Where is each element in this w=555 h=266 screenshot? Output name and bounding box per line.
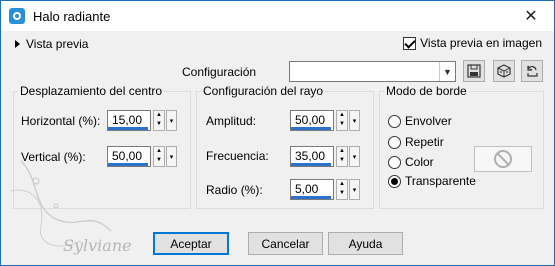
radius-slider[interactable] bbox=[291, 196, 331, 199]
ray-settings-title: Configuración del rayo bbox=[201, 84, 326, 98]
reset-preset-button[interactable] bbox=[521, 60, 543, 82]
vertical-slider[interactable] bbox=[108, 163, 148, 166]
reset-icon bbox=[527, 65, 538, 77]
wrap-label: Envolver bbox=[405, 114, 452, 128]
color-label: Color bbox=[405, 155, 434, 169]
repeat-radio[interactable] bbox=[388, 135, 401, 149]
accept-button[interactable]: Aceptar bbox=[153, 232, 229, 255]
radius-label: Radio (%): bbox=[206, 183, 263, 197]
vertical-spinner[interactable]: 50,00 ▲ ▼ ▾ bbox=[107, 146, 177, 167]
dialog-window: Halo radiante ✕ Vista previa Vista previ… bbox=[0, 0, 555, 266]
edge-option-wrap[interactable]: Envolver bbox=[388, 114, 452, 128]
amplitude-dropdown[interactable]: ▾ bbox=[349, 110, 360, 131]
vertical-updown[interactable]: ▲ ▼ bbox=[153, 146, 165, 167]
close-button[interactable]: ✕ bbox=[508, 1, 554, 31]
amplitude-label: Amplitud: bbox=[206, 114, 257, 128]
help-button[interactable]: Ayuda bbox=[328, 232, 403, 255]
dice-icon bbox=[497, 64, 511, 78]
amplitude-updown[interactable]: ▲ ▼ bbox=[336, 110, 348, 131]
horizontal-updown[interactable]: ▲ ▼ bbox=[153, 110, 165, 131]
edge-color-swatch[interactable] bbox=[474, 146, 532, 172]
wrap-radio[interactable] bbox=[388, 114, 401, 128]
ray-settings-group: Configuración del rayo Amplitud: 50,00 ▲… bbox=[196, 84, 374, 209]
center-offset-group: Desplazamiento del centro Horizontal (%)… bbox=[13, 84, 191, 209]
frequency-spinner[interactable]: 35,00 ▲ ▼ ▾ bbox=[290, 146, 360, 167]
horizontal-spinner[interactable]: 15,00 ▲ ▼ ▾ bbox=[107, 110, 177, 131]
transparent-label: Transparente bbox=[405, 174, 476, 188]
vertical-dropdown[interactable]: ▾ bbox=[166, 146, 177, 167]
preview-toggle-label: Vista previa bbox=[26, 37, 89, 51]
edge-mode-title: Modo de borde bbox=[384, 84, 469, 98]
amplitude-slider[interactable] bbox=[291, 127, 331, 130]
random-preset-button[interactable] bbox=[493, 60, 515, 82]
config-combobox[interactable]: ▼ bbox=[289, 61, 456, 82]
preview-toggle[interactable]: Vista previa bbox=[15, 37, 88, 51]
frequency-dropdown[interactable]: ▾ bbox=[349, 146, 360, 167]
edge-option-repeat[interactable]: Repetir bbox=[388, 135, 444, 149]
vertical-label: Vertical (%): bbox=[21, 150, 86, 164]
save-icon bbox=[467, 64, 481, 78]
frequency-label: Frecuencia: bbox=[206, 149, 269, 163]
image-preview-option[interactable]: Vista previa en imagen bbox=[403, 36, 542, 50]
app-icon bbox=[9, 8, 25, 24]
horizontal-slider[interactable] bbox=[108, 127, 148, 130]
image-preview-label: Vista previa en imagen bbox=[420, 36, 542, 50]
horizontal-label: Horizontal (%): bbox=[21, 114, 101, 128]
disabled-icon bbox=[494, 150, 512, 168]
title-bar: Halo radiante ✕ bbox=[1, 1, 554, 31]
horizontal-dropdown[interactable]: ▾ bbox=[166, 110, 177, 131]
chevron-down-icon[interactable]: ▼ bbox=[439, 62, 455, 81]
frequency-slider[interactable] bbox=[291, 163, 331, 166]
amplitude-spinner[interactable]: 50,00 ▲ ▼ ▾ bbox=[290, 110, 360, 131]
image-preview-checkbox[interactable] bbox=[403, 36, 417, 50]
cancel-button[interactable]: Cancelar bbox=[248, 232, 323, 255]
edge-option-color[interactable]: Color bbox=[388, 155, 434, 169]
color-radio[interactable] bbox=[388, 155, 401, 169]
expand-arrow-icon bbox=[15, 40, 20, 48]
frequency-updown[interactable]: ▲ ▼ bbox=[336, 146, 348, 167]
repeat-label: Repetir bbox=[405, 135, 444, 149]
save-preset-button[interactable] bbox=[463, 60, 485, 82]
radius-spinner[interactable]: 5,00 ▲ ▼ ▾ bbox=[290, 179, 360, 200]
transparent-radio[interactable] bbox=[388, 174, 401, 188]
config-label: Configuración bbox=[182, 65, 257, 79]
radius-updown[interactable]: ▲ ▼ bbox=[336, 179, 348, 200]
radius-dropdown[interactable]: ▾ bbox=[349, 179, 360, 200]
center-offset-title: Desplazamiento del centro bbox=[18, 84, 165, 98]
window-title: Halo radiante bbox=[33, 8, 111, 24]
signature-text: Sylviane bbox=[63, 236, 132, 255]
edge-option-transparent[interactable]: Transparente bbox=[388, 174, 476, 188]
